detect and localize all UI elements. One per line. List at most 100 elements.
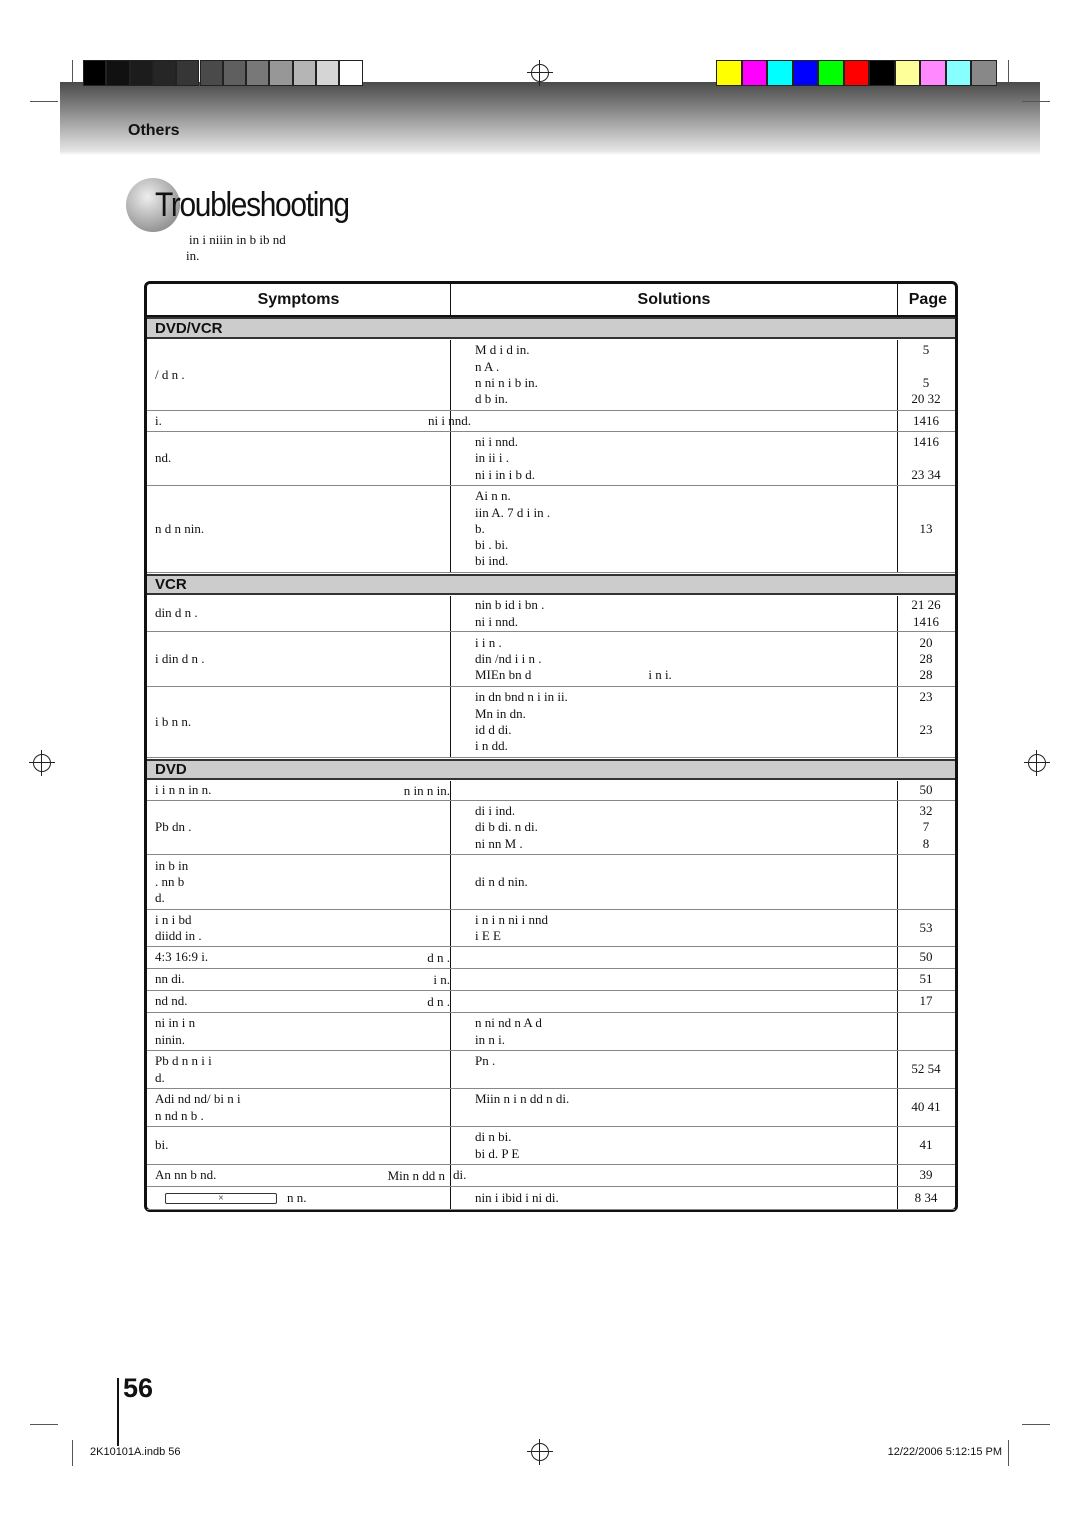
solution-line	[475, 1108, 915, 1124]
symptom-line: diidd in .	[155, 928, 202, 943]
symptom-cell: n d n nin.	[155, 486, 445, 572]
solution-line: n ni nd n A d	[475, 1015, 542, 1031]
page-ref: 17	[919, 993, 933, 1009]
column-divider	[450, 947, 451, 968]
symptom-line: Pb dn .	[155, 819, 192, 835]
symptom-cell: × n n.	[155, 1187, 445, 1209]
symptom-cell: i i n n in n.	[155, 781, 445, 800]
solutions-cell: i i n . din /nd i i n . MIEn bn d i n i.	[475, 632, 915, 686]
table-row: bi. di n bi. bi d. P E 41	[147, 1127, 955, 1165]
symptom-cell: in b in. nn b d.	[155, 855, 445, 909]
color-swatch	[767, 60, 793, 86]
gray-swatch	[176, 60, 200, 86]
table-row: Pb dn . di i ind. di b di. n di. ni nn M .3…	[147, 801, 955, 855]
symptom-text: n n.	[287, 1189, 307, 1205]
solutions-cell	[475, 991, 915, 1012]
page-title: Troubleshooting	[155, 186, 350, 224]
page-ref: 20 32	[911, 391, 941, 407]
symptom-continuation: n in n in.	[403, 782, 450, 798]
page-cell: 39	[897, 1165, 955, 1186]
color-swatch	[818, 60, 844, 86]
table-row: in b in. nn b d. di n d nin.	[147, 855, 955, 910]
solution-line: id d di.	[475, 722, 512, 737]
page-ref: 8	[922, 835, 930, 851]
header-solutions: Solutions	[450, 284, 897, 317]
symptom-line: ninin.	[155, 1031, 185, 1047]
symptom-cell: i.	[155, 411, 445, 431]
crop-mark	[1022, 1424, 1050, 1425]
solution-line: ni i nnd.	[475, 434, 518, 450]
color-swatch	[741, 60, 767, 86]
page-ref: 39	[919, 1167, 933, 1183]
solutions-cell	[475, 781, 915, 800]
symptom-cell: nd nd.	[155, 991, 445, 1012]
solution-line: i E E	[475, 928, 501, 943]
solution-line: di.	[453, 1167, 467, 1183]
page-ref: 50	[919, 949, 933, 965]
column-divider	[450, 596, 451, 631]
color-swatch	[945, 60, 971, 86]
symptom-line: i b n n.	[155, 713, 192, 729]
symptom-line: n d n nin.	[155, 520, 205, 536]
solution-line: in n i.	[475, 1031, 505, 1047]
page-cell: 52 54	[897, 1051, 955, 1088]
column-divider	[450, 1165, 451, 1186]
solutions-cell: di.	[453, 1165, 893, 1186]
solution-line: ni i in i b d.	[475, 466, 535, 482]
solution-line: di n bi.	[475, 1129, 512, 1145]
gray-swatch	[246, 60, 270, 86]
solution-line: MIEn bn d i n i.	[475, 667, 672, 683]
page-cell: 1416	[897, 411, 955, 431]
solutions-cell: Miin n i n dd n di.	[475, 1089, 915, 1126]
registration-mark-icon	[527, 1439, 553, 1465]
table-row: ni in i n ninin. n ni nd n A d in n i.	[147, 1013, 955, 1051]
crop-mark	[1008, 60, 1009, 82]
table-row: × n n. nin i ibid i ni di. 8 34	[147, 1187, 955, 1210]
gray-swatch	[316, 60, 340, 86]
registration-mark-icon	[29, 750, 55, 776]
page-cell: 17	[897, 991, 955, 1012]
registration-mark-icon	[527, 60, 553, 86]
symptom-cell: nd.	[155, 432, 445, 485]
column-divider	[450, 855, 451, 909]
page-ref	[897, 738, 955, 754]
page-ref: 5	[922, 375, 930, 390]
gray-swatch	[292, 60, 316, 86]
column-divider	[450, 432, 451, 485]
page-cell: 8 34	[897, 1187, 955, 1209]
page-ref: 1416	[913, 613, 939, 629]
solution-line: ni i nnd.	[475, 613, 518, 629]
column-divider	[450, 1127, 451, 1164]
table-row: i n i bd diidd in .i n i n ni i nnd i E E5…	[147, 910, 955, 947]
solution-line: bi ind.	[475, 553, 509, 569]
page-ref	[897, 359, 955, 375]
solution-line: di n d nin.	[475, 873, 528, 889]
solutions-cell	[475, 969, 915, 990]
solution-line: i i n .	[475, 634, 502, 650]
page-cell: 5 5 20 32	[897, 340, 955, 410]
solutions-cell: ni i nnd. in ii i . ni i in i b d.	[475, 432, 915, 485]
page-cell: 1416 23 34	[897, 432, 955, 485]
page-ref: 52 54	[911, 1061, 941, 1077]
symptom-cell: i din d n .	[155, 632, 445, 686]
page-ref	[897, 706, 955, 722]
symptom-line: i n i bd	[155, 911, 192, 927]
column-divider	[450, 1089, 451, 1126]
intro-line: in.	[186, 248, 200, 263]
symptom-cell: Pb d n n i i d.	[155, 1051, 445, 1088]
page-cell	[897, 1013, 955, 1050]
symptom-cell: Adi nd nd/ bi n in nd n b .	[155, 1089, 445, 1126]
symptom-continuation: Min n dd n	[387, 1167, 445, 1183]
page-ref: 28	[919, 650, 933, 666]
intro-line: in i niiin in b ib nd	[189, 232, 286, 247]
section-header-dvd-vcr: DVD/VCR	[147, 317, 955, 339]
symptom-line: nn di.	[155, 971, 185, 987]
symptom-cell: din d n .	[155, 596, 445, 631]
page-cell: 50	[897, 781, 955, 800]
page-cell: 32 7 8	[897, 801, 955, 854]
section-label: Others	[128, 122, 180, 139]
page-cell: 50	[897, 947, 955, 968]
crop-mark	[1008, 1440, 1009, 1466]
solutions-cell: Pn .	[475, 1051, 915, 1088]
page-ref: 50	[919, 782, 933, 798]
